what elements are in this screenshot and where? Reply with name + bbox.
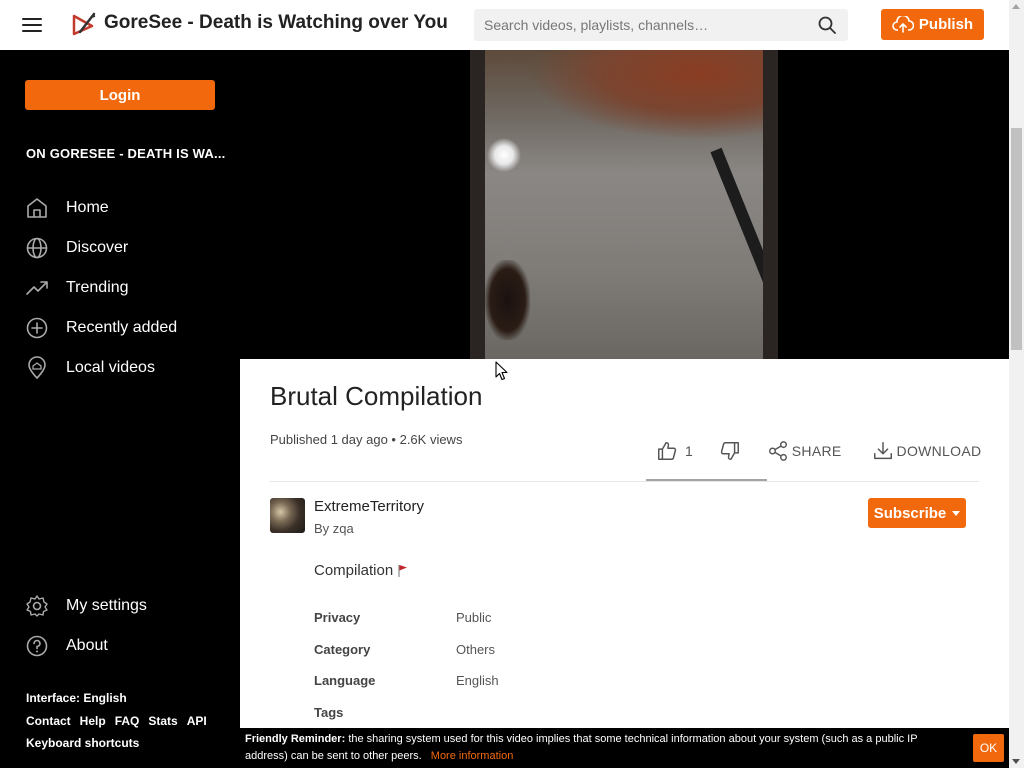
share-icon <box>768 441 787 461</box>
trending-icon <box>25 276 49 300</box>
more-information-link[interactable]: More information <box>431 750 514 762</box>
footer-link-contact[interactable]: Contact <box>26 714 71 728</box>
flag-icon <box>398 564 408 577</box>
by-prefix: By <box>314 521 330 536</box>
sidebar-item-label: Local videos <box>66 359 155 376</box>
privacy-reminder-banner: Friendly Reminder: the sharing system us… <box>240 728 1009 768</box>
plus-circle-icon <box>25 316 49 340</box>
sidebar-footer: Interface: English Contact Help FAQ Stat… <box>26 687 216 755</box>
gear-icon <box>25 594 49 618</box>
detail-row-privacy: Privacy Public <box>314 602 499 634</box>
divider <box>270 481 979 482</box>
footer-link-help[interactable]: Help <box>80 714 106 728</box>
footer-link-api[interactable]: API <box>187 714 207 728</box>
publish-button[interactable]: Publish <box>881 9 984 40</box>
detail-value[interactable]: Public <box>456 610 491 625</box>
share-button[interactable]: SHARE <box>767 440 842 462</box>
subscribe-button[interactable]: Subscribe <box>868 498 966 528</box>
sidebar-heading: ON GORESEE - DEATH IS WA... <box>26 146 226 161</box>
like-count: 1 <box>685 443 693 459</box>
interface-language-link[interactable]: Interface: English <box>26 691 127 705</box>
publish-label: Publish <box>918 16 974 33</box>
reminder-title: Friendly Reminder: <box>245 733 346 745</box>
chevron-down-icon <box>952 510 961 516</box>
subscribe-label: Subscribe <box>873 504 947 522</box>
detail-row-category: Category Others <box>314 634 499 666</box>
description-text: Compilation <box>314 562 394 579</box>
sidebar-item-label: Trending <box>66 279 129 296</box>
hamburger-menu-icon[interactable] <box>20 14 44 36</box>
sidebar-item-label: Discover <box>66 239 129 256</box>
video-description: Compilation <box>314 562 408 579</box>
mouse-pointer-icon <box>495 361 508 381</box>
keyboard-shortcuts-link[interactable]: Keyboard shortcuts <box>26 736 139 750</box>
detail-row-language: Language English <box>314 665 499 697</box>
video-info: Brutal Compilation Published 1 day ago •… <box>240 359 1009 768</box>
upload-cloud-icon <box>892 15 914 33</box>
thumbs-down-icon <box>720 442 739 460</box>
search-box <box>474 9 848 41</box>
detail-row-tags: Tags <box>314 697 499 729</box>
account-by-line: By zqa <box>314 521 354 536</box>
footer-link-stats[interactable]: Stats <box>148 714 177 728</box>
sidebar-item-label: About <box>66 637 108 654</box>
detail-label: Tags <box>314 704 344 720</box>
sidebar-item-about[interactable]: About <box>25 631 225 661</box>
channel-name[interactable]: ExtremeTerritory <box>314 498 424 515</box>
video-details: Privacy Public Category Others Language … <box>314 602 499 728</box>
sidebar-item-my-settings[interactable]: My settings <box>25 591 225 621</box>
site-title[interactable]: GoreSee - Death is Watching over You <box>104 12 448 34</box>
thumbs-up-icon <box>658 442 677 460</box>
sidebar: Login ON GORESEE - DEATH IS WA... Home D… <box>0 50 240 768</box>
detail-value[interactable]: English <box>456 673 499 688</box>
download-label: DOWNLOAD <box>896 443 982 459</box>
account-name[interactable]: zqa <box>333 521 354 536</box>
download-button[interactable]: DOWNLOAD <box>872 440 982 462</box>
dislike-button[interactable] <box>719 440 741 462</box>
video-title: Brutal Compilation <box>270 381 483 411</box>
share-label: SHARE <box>791 443 842 459</box>
logo-icon[interactable] <box>70 10 98 38</box>
reminder-body: the sharing system used for this video i… <box>245 733 918 762</box>
page-scrollbar[interactable] <box>1009 0 1024 768</box>
detail-label: Language <box>314 673 376 689</box>
video-meta: Published 1 day ago • 2.6K views <box>270 432 463 447</box>
video-frame[interactable] <box>470 50 778 359</box>
search-input[interactable] <box>474 9 804 41</box>
video-player[interactable] <box>240 50 1009 359</box>
location-icon <box>25 356 49 380</box>
sidebar-item-recently-added[interactable]: Recently added <box>25 313 225 343</box>
sidebar-item-local-videos[interactable]: Local videos <box>25 353 225 383</box>
channel-avatar[interactable] <box>270 498 305 533</box>
login-button[interactable]: Login <box>25 80 215 110</box>
sidebar-item-label: Recently added <box>66 319 178 336</box>
scroll-down-arrow-icon[interactable] <box>1012 759 1020 764</box>
sidebar-item-home[interactable]: Home <box>25 193 225 223</box>
globe-icon <box>25 236 49 260</box>
video-actions: 1 SHARE DOWNLOAD <box>656 440 981 462</box>
sidebar-item-discover[interactable]: Discover <box>25 233 225 263</box>
home-icon <box>25 196 49 220</box>
detail-label: Category <box>314 641 371 657</box>
detail-value[interactable]: Others <box>456 642 495 657</box>
detail-label: Privacy <box>314 610 361 626</box>
sidebar-item-trending[interactable]: Trending <box>25 273 225 303</box>
top-header: GoreSee - Death is Watching over You Pub… <box>0 0 1009 50</box>
reminder-text: Friendly Reminder: the sharing system us… <box>245 731 945 765</box>
search-icon[interactable] <box>818 16 836 34</box>
scroll-up-arrow-icon[interactable] <box>1012 4 1020 9</box>
help-icon <box>25 634 49 658</box>
scrollbar-thumb[interactable] <box>1011 128 1022 350</box>
ok-button[interactable]: OK <box>973 734 1004 762</box>
download-icon <box>873 442 892 460</box>
footer-link-faq[interactable]: FAQ <box>115 714 140 728</box>
sidebar-item-label: Home <box>66 199 109 216</box>
like-button[interactable]: 1 <box>656 440 719 462</box>
sidebar-item-label: My settings <box>66 597 147 614</box>
